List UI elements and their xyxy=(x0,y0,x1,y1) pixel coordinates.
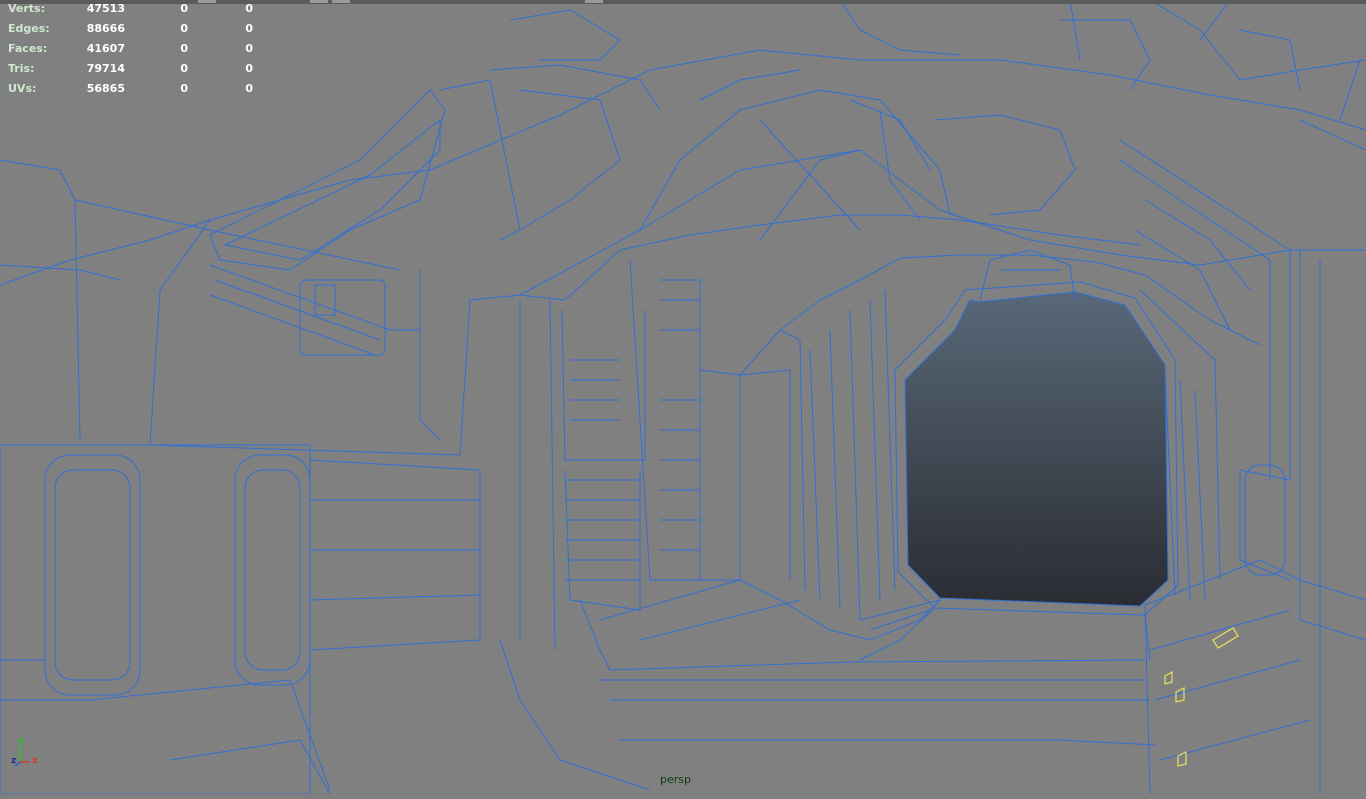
axis-z-label: z xyxy=(11,756,17,766)
selected-parts xyxy=(1164,627,1239,767)
hud-value: 0 xyxy=(180,82,188,95)
hud-label: Edges: xyxy=(8,22,50,35)
axis-gizmo-icon: y z x xyxy=(8,736,48,770)
toolbar-button-stub[interactable] xyxy=(332,0,350,3)
hud-value: 41607 xyxy=(86,42,125,55)
hud-label: Verts: xyxy=(8,2,46,15)
toolbar-button-stub[interactable] xyxy=(310,0,328,3)
hud-value: 0 xyxy=(180,42,188,55)
hud-value: 47513 xyxy=(86,2,125,15)
hud-row-tris: Tris: 79714 0 0 xyxy=(8,62,268,82)
axis-y-label: y xyxy=(18,736,24,746)
hud-label: Tris: xyxy=(8,62,35,75)
corridor-opening xyxy=(905,292,1168,606)
hud-row-edges: Edges: 88666 0 0 xyxy=(8,22,268,42)
hud-value: 0 xyxy=(180,22,188,35)
hud-value: 0 xyxy=(245,62,253,75)
hud-value: 79714 xyxy=(86,62,125,75)
hud-row-faces: Faces: 41607 0 0 xyxy=(8,42,268,62)
hud-label: UVs: xyxy=(8,82,37,95)
hud-value: 0 xyxy=(245,2,253,15)
wireframe-scene xyxy=(0,0,1366,795)
toolbar-button-stub[interactable] xyxy=(585,0,603,3)
hud-value: 0 xyxy=(180,2,188,15)
hud-row-uvs: UVs: 56865 0 0 xyxy=(8,82,268,102)
hud-value: 0 xyxy=(180,62,188,75)
camera-name-label: persp xyxy=(660,773,691,786)
hud-value: 0 xyxy=(245,42,253,55)
hud-value: 88666 xyxy=(86,22,125,35)
hud-value: 0 xyxy=(245,82,253,95)
axis-x-label: x xyxy=(32,756,38,766)
hud-label: Faces: xyxy=(8,42,48,55)
hud-row-verts: Verts: 47513 0 0 xyxy=(8,2,268,22)
poly-count-hud: Verts: 47513 0 0 Edges: 88666 0 0 Faces:… xyxy=(8,2,268,102)
hud-value: 56865 xyxy=(86,82,125,95)
hud-value: 0 xyxy=(245,22,253,35)
3d-viewport[interactable] xyxy=(0,0,1366,795)
